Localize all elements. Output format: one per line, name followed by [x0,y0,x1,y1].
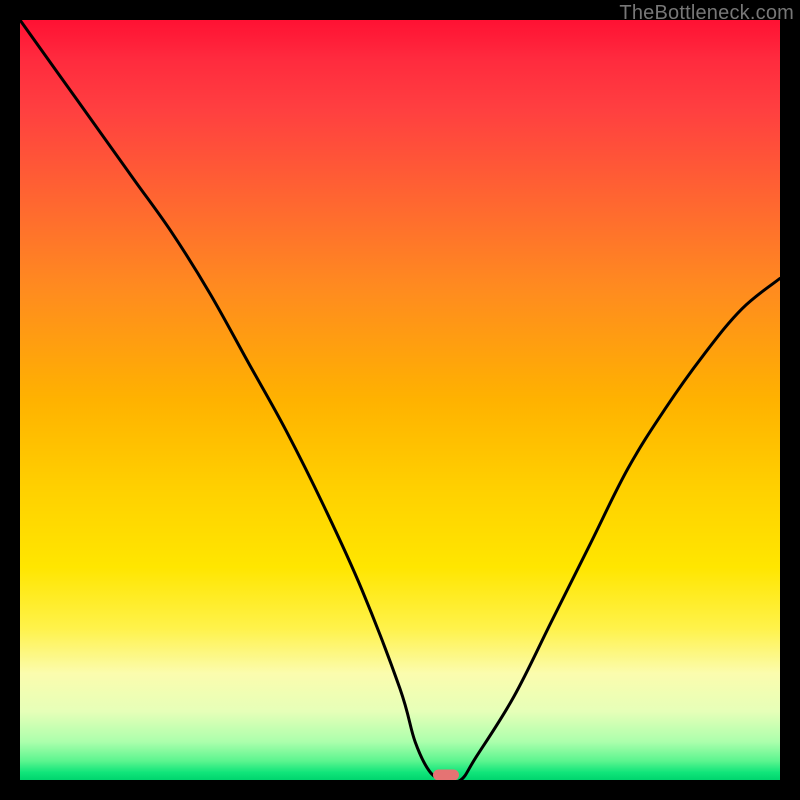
plot-area [20,20,780,780]
optimum-marker [433,770,459,780]
bottleneck-curve [20,20,780,780]
chart-container: TheBottleneck.com [0,0,800,800]
